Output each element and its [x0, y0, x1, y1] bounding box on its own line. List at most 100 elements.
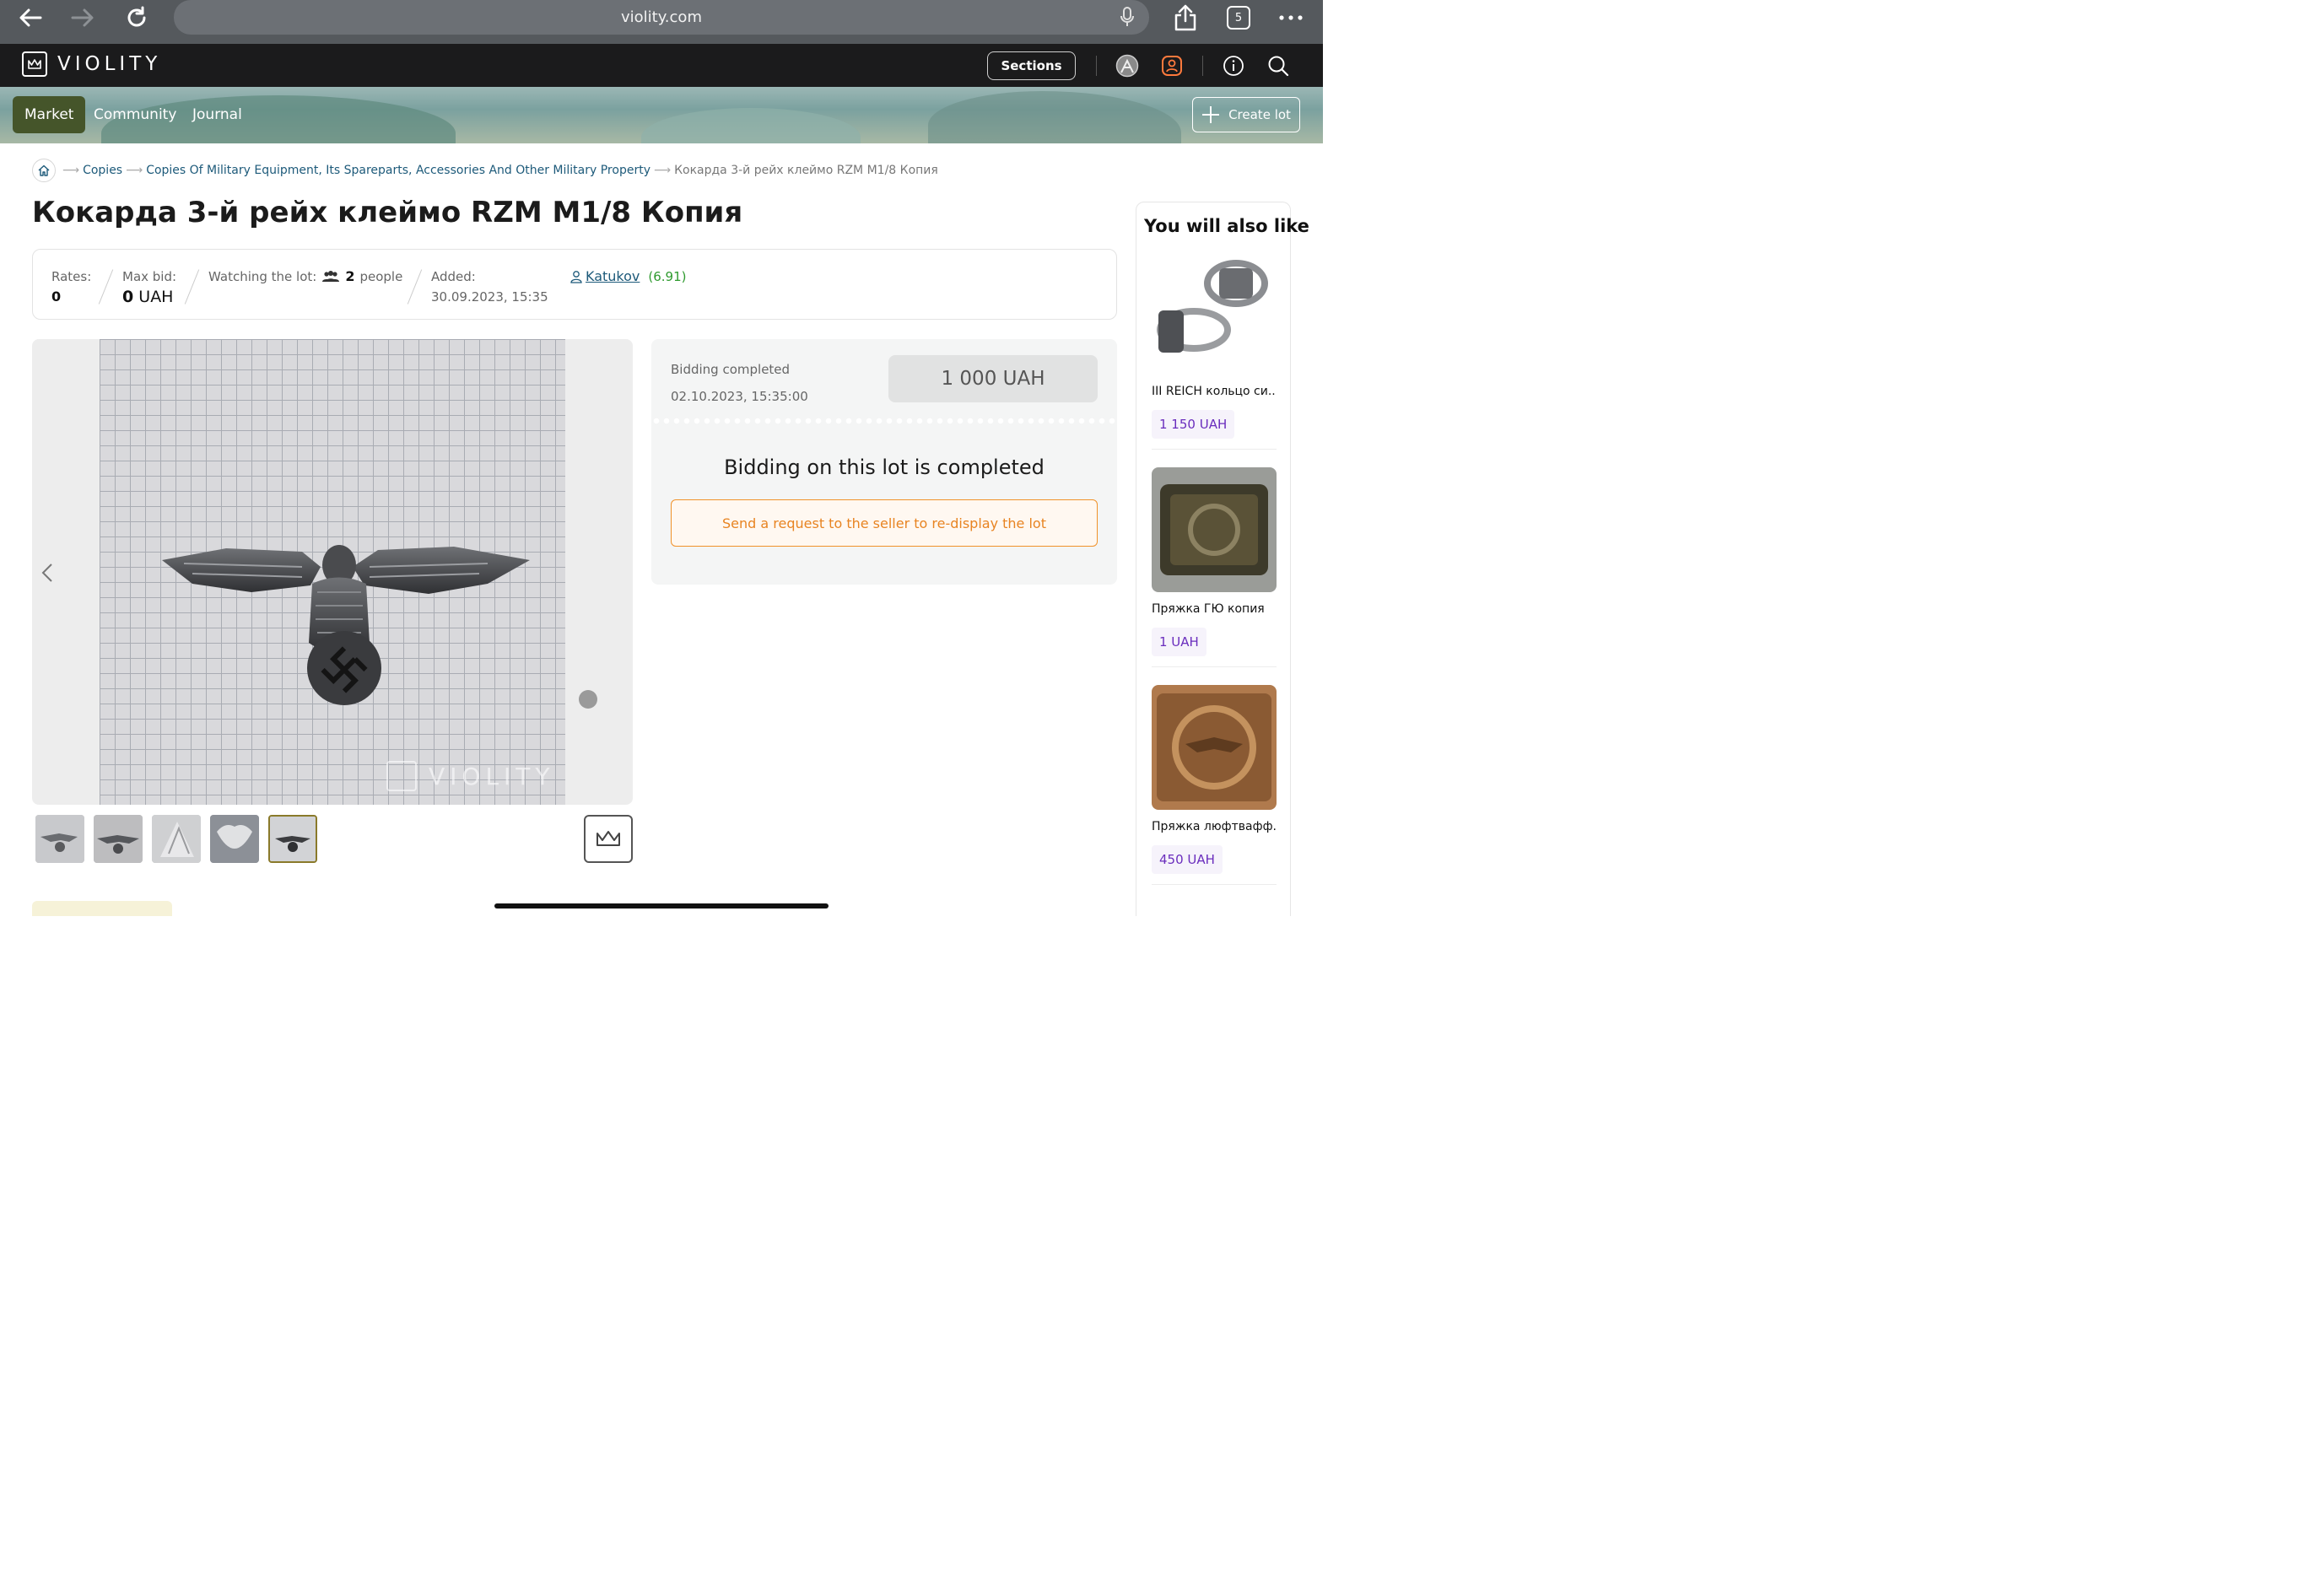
home-indicator[interactable] — [494, 903, 829, 909]
site-header: VIOLITY Sections — [0, 44, 1323, 87]
final-price: 1 000 UAH — [888, 355, 1098, 402]
recommendation-card[interactable]: III REICH кольцо си... 1 150 UAH — [1152, 250, 1277, 450]
more-icon[interactable] — [1277, 3, 1304, 32]
watching-count: 2 — [345, 268, 355, 284]
banner-decoration — [928, 91, 1181, 143]
profile-icon[interactable] — [1160, 54, 1184, 78]
divider — [1152, 449, 1277, 450]
tab-journal[interactable]: Journal — [181, 96, 254, 133]
thumbnail-5[interactable] — [268, 815, 317, 863]
bidding-panel: Bidding completed 02.10.2023, 15:35:00 1… — [651, 339, 1117, 585]
bidding-end-time: 02.10.2023, 15:35:00 — [671, 389, 808, 404]
breadcrumb-arrow: ⟶ — [62, 164, 80, 177]
search-icon[interactable] — [1266, 54, 1290, 78]
bidding-status: Bidding completed 02.10.2023, 15:35:00 — [671, 356, 808, 410]
home-icon[interactable] — [32, 159, 56, 182]
chevron-left-icon[interactable] — [37, 560, 57, 585]
recommendation-card[interactable]: Пряжка люфтвафф... 450 UAH — [1152, 685, 1277, 885]
user-avatar[interactable] — [1115, 54, 1139, 78]
sections-button[interactable]: Sections — [987, 51, 1076, 80]
tab-community[interactable]: Community — [82, 96, 188, 133]
tabs-button[interactable]: 5 — [1226, 3, 1251, 32]
logo-text[interactable]: VIOLITY — [57, 53, 161, 75]
request-redisplay-button[interactable]: Send a request to the seller to re-displ… — [671, 499, 1098, 547]
divider — [407, 269, 423, 305]
watching-label: Watching the lot: — [208, 269, 317, 284]
url-text: violity.com — [621, 8, 702, 26]
breadcrumb-link-military[interactable]: Copies Of Military Equipment, Its Sparep… — [146, 164, 650, 177]
max-bid-currency: UAH — [138, 288, 174, 306]
divider — [1096, 56, 1097, 76]
ticket-perforation — [651, 417, 1117, 425]
bidding-completed-message: Bidding on this lot is completed — [724, 456, 1045, 479]
rates-label: Rates: — [51, 269, 92, 284]
added-label: Added: — [431, 269, 476, 284]
watching-unit: people — [359, 269, 403, 284]
watermark-crown-icon — [386, 761, 417, 791]
people-icon — [322, 271, 340, 282]
seller-link[interactable]: Katukov — [586, 267, 640, 287]
breadcrumb-current: Кокарда 3-й рейх клеймо RZM M1/8 Копия — [674, 164, 938, 177]
watermark: VIOLITY — [386, 761, 555, 791]
max-bid-label: Max bid: — [122, 269, 177, 284]
info-icon[interactable] — [1222, 54, 1245, 78]
page: violity.com 5 VIOLITY Sections Market Co… — [0, 0, 1323, 916]
recommendation-image[interactable] — [1152, 467, 1277, 592]
thumbnail-2[interactable] — [94, 815, 143, 863]
back-icon[interactable] — [15, 5, 46, 30]
lot-info-box: Rates: 0 Max bid: 0 UAH Watching the lot… — [32, 249, 1117, 320]
banner-decoration — [641, 108, 861, 143]
crown-icon[interactable] — [584, 815, 633, 863]
tab-market[interactable]: Market — [13, 96, 86, 133]
breadcrumb-link-copies[interactable]: Copies — [83, 164, 122, 177]
microphone-icon[interactable] — [1120, 7, 1134, 31]
thumbnail-4[interactable] — [210, 815, 259, 863]
create-lot-label: Create lot — [1228, 107, 1291, 122]
lot-photo[interactable]: VIOLITY — [100, 339, 565, 805]
divider — [1152, 666, 1277, 667]
thumbnail-1[interactable] — [35, 815, 84, 863]
tab-count: 5 — [1227, 6, 1250, 30]
max-bid-block: Max bid: 0 UAH — [122, 267, 176, 307]
create-lot-button[interactable]: Create lot — [1192, 97, 1300, 132]
address-bar[interactable]: violity.com — [174, 0, 1149, 35]
recommendation-card[interactable]: Пряжка ГЮ копия 1 UAH — [1152, 467, 1277, 667]
added-block: Added: 30.09.2023, 15:35 — [431, 267, 548, 307]
user-icon — [570, 271, 582, 283]
page-title: Кокарда 3-й рейх клеймо RZM M1/8 Копия — [32, 196, 743, 229]
recommendation-name[interactable]: Пряжка люфтвафф... — [1152, 820, 1277, 833]
added-value: 30.09.2023, 15:35 — [431, 289, 548, 305]
browser-toolbar: violity.com 5 — [0, 0, 1323, 44]
forward-icon[interactable] — [67, 5, 98, 30]
eagle-badge-image — [162, 545, 530, 705]
divider — [1202, 56, 1203, 76]
recommendation-name[interactable]: Пряжка ГЮ копия — [1152, 602, 1277, 616]
recommendation-name[interactable]: III REICH кольцо си... — [1152, 385, 1277, 398]
reload-icon[interactable] — [121, 5, 152, 30]
recommendations-sidebar: You will also like III REICH кольцо си..… — [1136, 202, 1309, 916]
recommendation-price: 1 UAH — [1152, 628, 1206, 656]
breadcrumb-arrow: ⟶ — [126, 164, 143, 177]
breadcrumb: ⟶ Copies ⟶ Copies Of Military Equipment,… — [32, 159, 938, 182]
divider — [1152, 884, 1277, 885]
share-icon[interactable] — [1173, 3, 1198, 32]
gallery-indicator[interactable] — [579, 690, 597, 709]
recommendation-price: 450 UAH — [1152, 845, 1223, 874]
thumbnail-3[interactable] — [152, 815, 201, 863]
image-gallery[interactable]: VIOLITY — [32, 339, 633, 805]
plus-icon — [1202, 106, 1220, 123]
nav-banner: Market Community Journal Create lot — [0, 87, 1323, 143]
rates-block: Rates: 0 — [51, 267, 91, 307]
seller-block: Katukov (6.91) — [570, 267, 687, 287]
logo-crown-icon[interactable] — [22, 51, 47, 77]
max-bid-value: 0 — [122, 288, 134, 306]
recommendation-image[interactable] — [1152, 250, 1277, 375]
recommendation-image[interactable] — [1152, 685, 1277, 810]
divider — [98, 269, 114, 305]
recommendation-price: 1 150 UAH — [1152, 410, 1235, 439]
breadcrumb-arrow: ⟶ — [653, 164, 672, 177]
recommendations-title: You will also like — [1144, 216, 1309, 236]
watermark-text: VIOLITY — [429, 762, 555, 790]
bottom-tab[interactable] — [32, 901, 172, 916]
rates-value: 0 — [51, 288, 62, 305]
